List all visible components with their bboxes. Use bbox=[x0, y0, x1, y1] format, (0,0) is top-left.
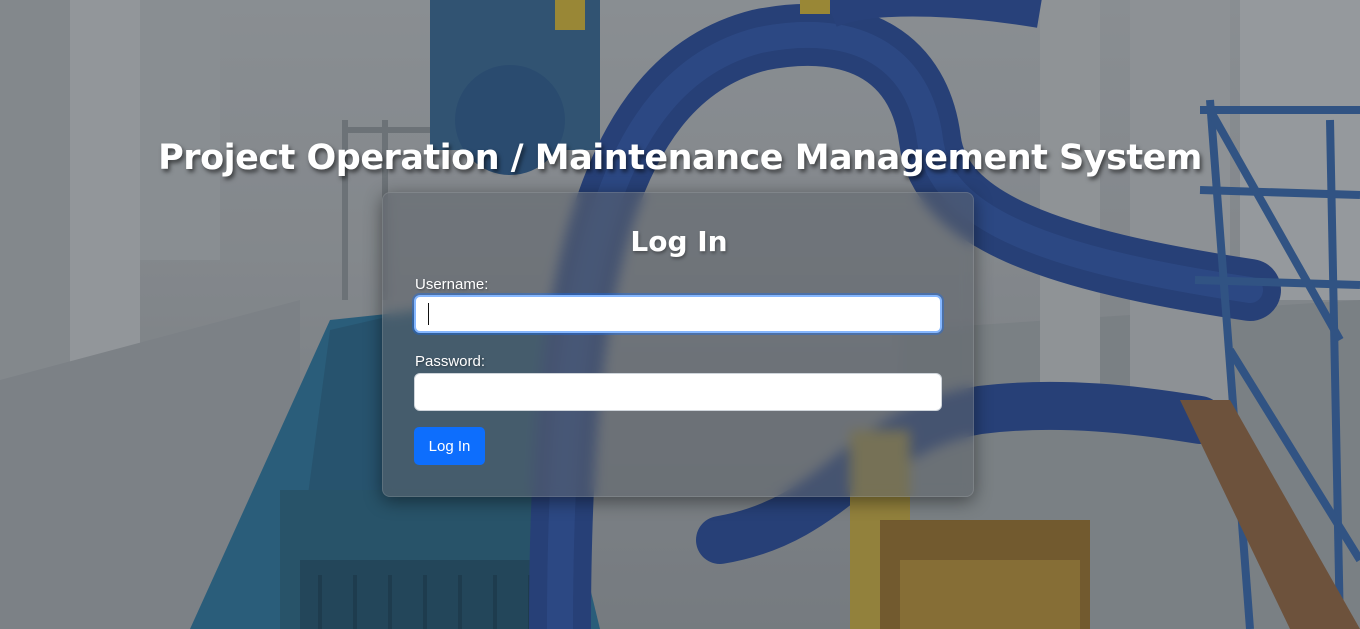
password-input[interactable] bbox=[414, 373, 942, 411]
username-label: Username: bbox=[415, 276, 489, 293]
login-button[interactable]: Log In bbox=[414, 427, 485, 465]
text-cursor bbox=[428, 303, 429, 325]
page-title: Project Operation / Maintenance Manageme… bbox=[158, 138, 1202, 178]
login-heading: Log In bbox=[630, 225, 728, 258]
username-input[interactable] bbox=[414, 295, 942, 333]
password-label: Password: bbox=[415, 353, 486, 370]
login-card: Log In Username: Password: Log In bbox=[382, 192, 974, 497]
